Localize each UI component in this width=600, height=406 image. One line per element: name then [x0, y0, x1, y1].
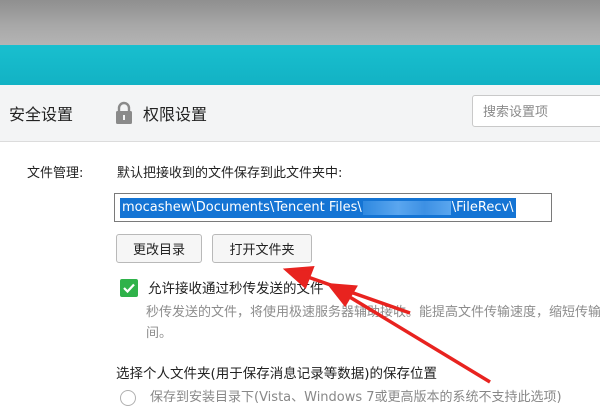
- tab-permission-label: 权限设置: [143, 105, 208, 124]
- change-directory-button[interactable]: 更改目录: [116, 234, 202, 263]
- allow-fast-transfer-checkbox[interactable]: [120, 279, 138, 297]
- background-top: [0, 0, 600, 45]
- selected-path-text: mocashew\Documents\Tencent Files\ \FileRe…: [120, 198, 516, 218]
- path-suffix: \FileRecv\: [451, 200, 514, 215]
- allow-fast-transfer-label[interactable]: 允许接收通过秒传发送的文件: [148, 277, 324, 297]
- path-prefix: mocashew\Documents\Tencent Files\: [122, 200, 362, 215]
- tab-security-settings[interactable]: 安全设置: [9, 85, 73, 141]
- tab-security-label: 安全设置: [9, 105, 74, 124]
- receive-folder-path-field[interactable]: mocashew\Documents\Tencent Files\ \FileRe…: [114, 193, 552, 222]
- install-dir-radio[interactable]: [120, 390, 136, 406]
- tab-permission-settings[interactable]: 权限设置: [113, 85, 207, 141]
- search-box[interactable]: [472, 95, 600, 128]
- settings-tab-bar: 安全设置 权限设置: [0, 85, 600, 142]
- personal-folder-heading: 选择个人文件夹(用于保存消息记录等数据)的保存位置: [116, 366, 438, 382]
- redacted-account-id: [362, 200, 451, 215]
- install-dir-radio-label[interactable]: 保存到安装目录下(Vista、Windows 7或更高版本的系统不支持此选项): [150, 386, 562, 405]
- lock-icon: [116, 101, 132, 124]
- check-icon: [123, 283, 135, 294]
- search-input[interactable]: [481, 96, 600, 128]
- fast-transfer-help-text: 秒传发送的文件，将使用极速服务器辅助接收。能提高文件传输速度，缩短传输时间。: [146, 305, 600, 341]
- receive-folder-description: 默认把接收到的文件保存到此文件夹中:: [117, 166, 343, 181]
- window-header-bar: [0, 45, 600, 85]
- file-management-label: 文件管理:: [27, 166, 84, 181]
- open-folder-button[interactable]: 打开文件夹: [212, 234, 312, 263]
